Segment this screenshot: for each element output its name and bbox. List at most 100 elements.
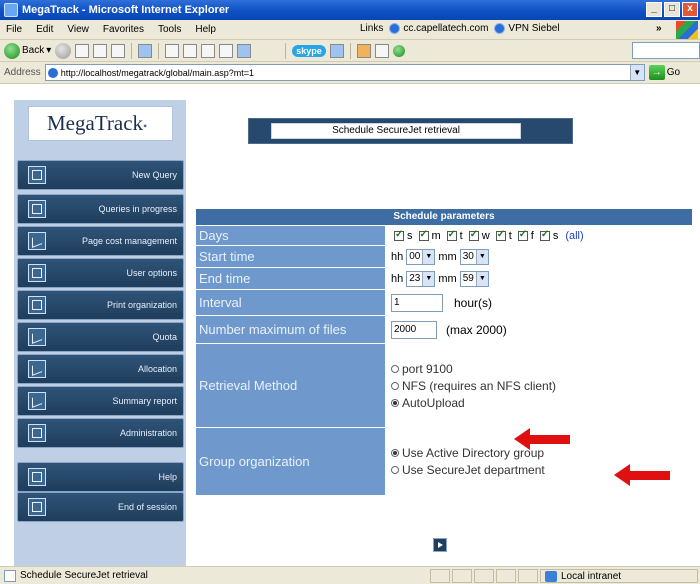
print-icon[interactable] — [183, 43, 198, 58]
skype-call-icon[interactable] — [329, 43, 344, 58]
nav-label: Allocation — [137, 364, 177, 374]
page-icon — [4, 569, 16, 582]
nav-print-organization[interactable]: Print organization — [17, 290, 184, 320]
mm-label: mm — [438, 272, 457, 285]
select-all-days-link[interactable]: (all) — [565, 230, 583, 242]
messenger-icon[interactable] — [237, 43, 252, 58]
submit-button[interactable] — [433, 538, 447, 552]
radio-button-selected[interactable] — [391, 398, 399, 407]
radio-button[interactable] — [391, 466, 399, 474]
windows-flag-icon — [676, 21, 698, 39]
nav-user-options[interactable]: User options — [17, 258, 184, 288]
nav-allocation[interactable]: Allocation — [17, 354, 184, 384]
nav-quota[interactable]: Quota — [17, 322, 184, 352]
menu-edit[interactable]: Edit — [36, 24, 53, 35]
tool-icon[interactable] — [374, 43, 389, 58]
select-value: 23 — [409, 273, 421, 284]
radio-button[interactable] — [391, 381, 399, 390]
menu-view[interactable]: View — [67, 24, 89, 35]
logo-text: MegaTrack — [47, 111, 144, 135]
back-button[interactable]: Back ▾ — [4, 42, 51, 59]
radio-autoupload[interactable]: AutoUpload — [391, 396, 465, 410]
day-checkbox-fri[interactable] — [517, 229, 528, 241]
search-icon[interactable] — [138, 43, 153, 58]
stop-icon[interactable] — [75, 43, 90, 58]
menu-tools[interactable]: Tools — [158, 24, 181, 35]
day-label: t — [508, 229, 512, 242]
logout-icon — [28, 498, 46, 516]
link-capellatech[interactable]: cc.capellatech.com — [389, 23, 488, 34]
radio-label: Use SecureJet department — [402, 463, 545, 477]
radio-button[interactable] — [391, 364, 399, 373]
end-minute-select[interactable]: 59 ▼ — [459, 270, 489, 287]
nav-label: End of session — [117, 502, 177, 512]
nav-end-of-session[interactable]: End of session — [17, 492, 184, 522]
nav-label: Administration — [119, 428, 177, 438]
start-minute-select[interactable]: 30 ▼ — [459, 248, 489, 265]
forward-button[interactable] — [55, 42, 72, 59]
menu-file[interactable]: File — [6, 24, 22, 35]
intranet-icon — [545, 570, 557, 582]
chevron-down-icon: ▼ — [475, 271, 488, 286]
hh-label: hh — [391, 250, 404, 263]
interval-input[interactable]: 1 — [391, 293, 443, 312]
nav-queries-in-progress[interactable]: Queries in progress — [17, 194, 184, 224]
radio-nfs[interactable]: NFS (requires an NFS client) — [391, 379, 556, 393]
toolbar: Back ▾ skype — [0, 40, 700, 62]
day-checkbox-tue[interactable] — [446, 229, 457, 241]
skype-button[interactable]: skype — [292, 44, 326, 57]
close-button[interactable]: x — [682, 2, 698, 17]
nav-label: User options — [126, 268, 177, 278]
mail-icon[interactable] — [165, 43, 180, 58]
days-value: s m t w t f s (all) — [385, 226, 692, 245]
radio-button-selected[interactable] — [391, 449, 399, 457]
chevron-more-icon[interactable]: » — [656, 23, 662, 34]
day-label: m — [431, 229, 441, 242]
chevron-down-icon[interactable]: ▼ — [629, 65, 644, 80]
pen-icon[interactable] — [356, 43, 371, 58]
status-cell — [430, 569, 450, 583]
ie-page-icon — [47, 67, 58, 78]
discuss-icon[interactable] — [219, 43, 234, 58]
nav-administration[interactable]: Administration — [17, 418, 184, 448]
radio-port-9100[interactable]: port 9100 — [391, 362, 453, 376]
maximize-button[interactable]: □ — [664, 2, 680, 17]
home-icon[interactable] — [111, 43, 126, 58]
day-checkbox-wed[interactable] — [468, 229, 479, 241]
nav-help[interactable]: Help — [17, 462, 184, 492]
help-icon — [28, 468, 46, 486]
sidebar: MegaTrack• New Query Queries in progress… — [14, 100, 186, 566]
day-label: s — [407, 229, 413, 242]
day-checkbox-mon[interactable] — [418, 229, 429, 241]
queries-icon — [28, 200, 46, 218]
radio-label: AutoUpload — [402, 395, 465, 410]
retrieval-label: Retrieval Method — [196, 344, 385, 427]
nav-new-query[interactable]: New Query — [17, 160, 184, 190]
nav-page-cost-management[interactable]: Page cost management — [17, 226, 184, 256]
arrow-shaft — [528, 435, 570, 444]
nav-summary-report[interactable]: Summary report — [17, 386, 184, 416]
radio-securejet-department[interactable]: Use SecureJet department — [391, 463, 545, 477]
start-hour-select[interactable]: 00 ▼ — [406, 248, 436, 265]
arrow-shaft — [628, 471, 670, 480]
end-time-value: hh 23 ▼ mm 59 ▼ — [385, 268, 692, 289]
minimize-button[interactable]: _ — [646, 2, 662, 17]
end-hour-select[interactable]: 23 ▼ — [406, 270, 436, 287]
day-checkbox-sat[interactable] — [539, 229, 550, 241]
max-files-input[interactable]: 2000 — [391, 320, 437, 339]
allocation-icon — [28, 360, 46, 378]
menu-favorites[interactable]: Favorites — [103, 24, 144, 35]
go-button[interactable]: → Go — [648, 65, 680, 80]
toolbar-search-input[interactable] — [632, 42, 700, 59]
edit-icon[interactable] — [201, 43, 216, 58]
menu-help[interactable]: Help — [195, 24, 216, 35]
address-input[interactable]: http://localhost/megatrack/global/main.a… — [44, 64, 645, 81]
refresh-icon[interactable] — [93, 43, 108, 58]
go-green-icon[interactable] — [392, 44, 405, 57]
day-checkbox-thu[interactable] — [495, 229, 506, 241]
status-cell — [474, 569, 494, 583]
day-checkbox-sun[interactable] — [394, 229, 404, 241]
back-arrow-icon — [4, 42, 20, 59]
link-vpn-siebel[interactable]: VPN Siebel — [494, 23, 560, 34]
day-label: f — [530, 229, 534, 242]
